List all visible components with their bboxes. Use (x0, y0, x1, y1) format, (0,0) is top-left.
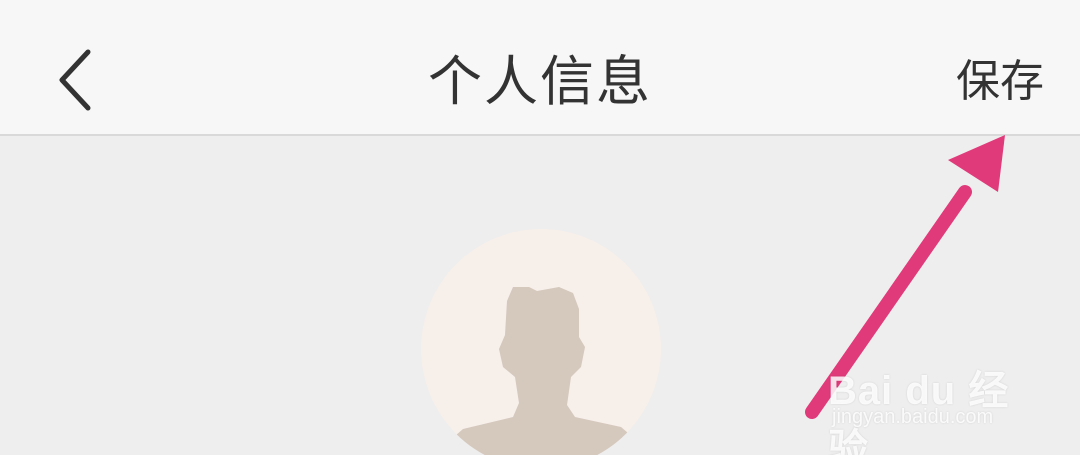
page-title: 个人信息 (428, 50, 652, 113)
personal-info-screen: 个人信息 保存 Bai du 经验 jingyan.baidu.com (0, 0, 1080, 455)
save-button[interactable]: 保存 (956, 52, 1044, 112)
avatar[interactable] (421, 229, 661, 455)
default-avatar-icon (447, 287, 635, 455)
top-navigation-bar: 个人信息 保存 (0, 0, 1080, 136)
